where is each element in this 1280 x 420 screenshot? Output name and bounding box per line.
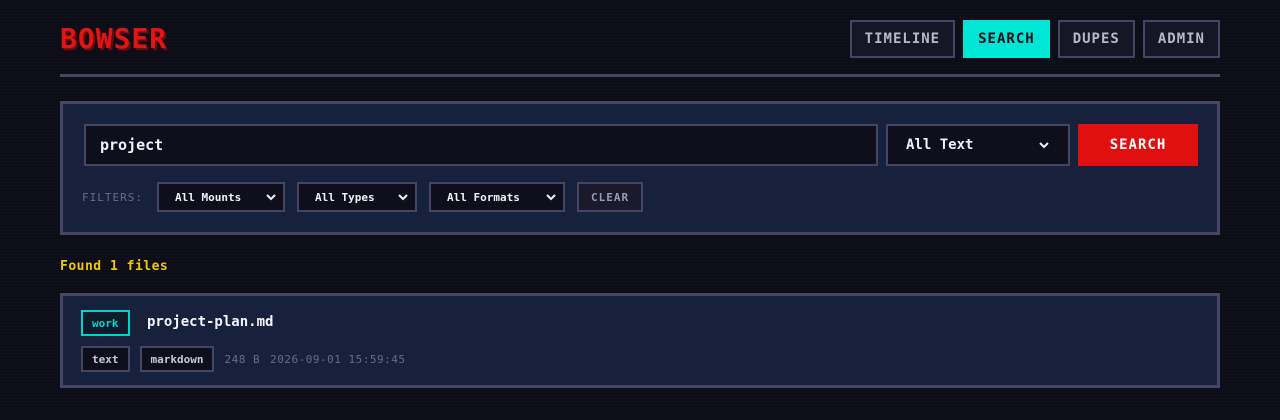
type-filter-select[interactable]: All Types [296, 182, 417, 212]
file-type-tag: text [81, 346, 130, 372]
format-filter-select[interactable]: All Formats [428, 182, 565, 212]
nav-admin[interactable]: ADMIN [1142, 20, 1220, 58]
header: BOWSER TIMELINE SEARCH DUPES ADMIN [60, 0, 1220, 77]
format-filter-value: All Formats [446, 190, 520, 204]
filters-row: FILTERS: All Mounts All Types All Format… [82, 182, 644, 212]
mount-filter-value: All Mounts [174, 190, 242, 204]
results-summary: Found 1 files [60, 259, 169, 274]
filters-label: FILTERS: [82, 190, 143, 204]
result-item[interactable]: work project-plan.md text markdown 248 B… [60, 293, 1220, 388]
nav-timeline[interactable]: TIMELINE [849, 20, 956, 58]
result-filename[interactable]: project-plan.md [147, 314, 273, 330]
mount-filter-select[interactable]: All Mounts [156, 182, 285, 212]
chevron-down-icon [1039, 142, 1049, 149]
chevron-down-icon [398, 194, 408, 201]
chevron-down-icon [266, 194, 276, 201]
nav-dupes[interactable]: DUPES [1057, 20, 1135, 58]
result-meta: text markdown 248 B 2026-09-01 15:59:45 [81, 346, 405, 372]
app-root: BOWSER TIMELINE SEARCH DUPES ADMIN All T… [60, 0, 1220, 388]
main-nav: TIMELINE SEARCH DUPES ADMIN [849, 20, 1220, 58]
search-mode-value: All Text [906, 137, 974, 153]
search-button[interactable]: SEARCH [1078, 124, 1198, 166]
search-panel: All Text SEARCH FILTERS: All Mounts All … [60, 101, 1220, 235]
search-mode-select[interactable]: All Text [886, 124, 1070, 166]
nav-search[interactable]: SEARCH [963, 20, 1050, 58]
file-size: 248 B [224, 352, 261, 366]
file-modified: 2026-09-01 15:59:45 [270, 352, 406, 366]
mount-badge: work [81, 310, 130, 336]
type-filter-value: All Types [314, 190, 375, 204]
file-format-tag: markdown [139, 346, 215, 372]
clear-filters-button[interactable]: CLEAR [576, 182, 644, 212]
app-logo[interactable]: BOWSER [60, 22, 167, 55]
chevron-down-icon [546, 194, 556, 201]
search-input[interactable] [84, 124, 878, 166]
